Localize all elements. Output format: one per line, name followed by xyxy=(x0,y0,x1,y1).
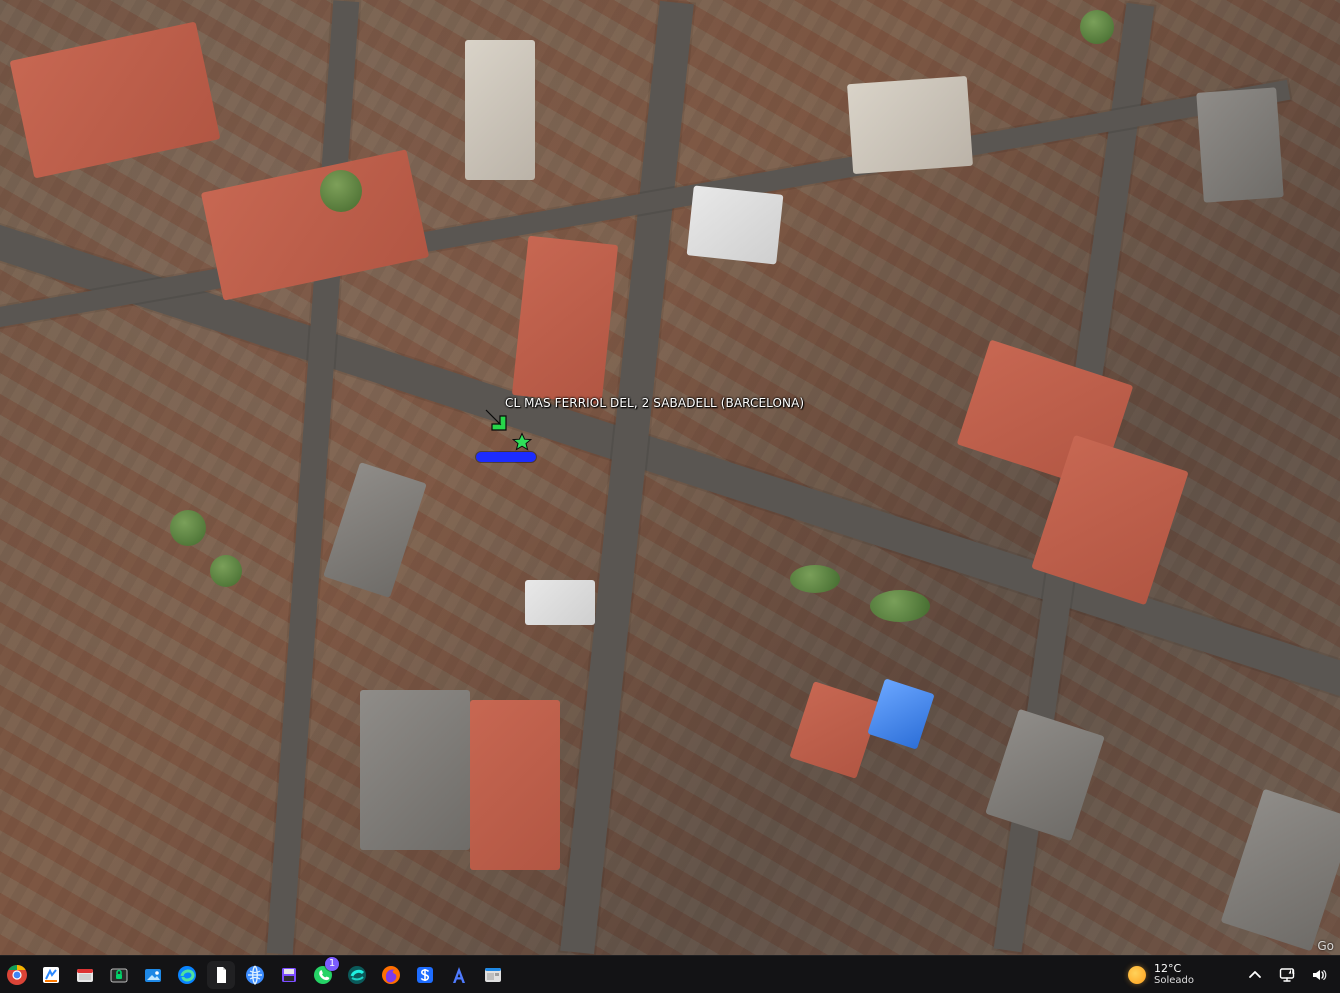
building-block xyxy=(525,580,595,625)
tree xyxy=(870,590,930,622)
window-app-icon xyxy=(485,967,501,982)
photos-icon[interactable] xyxy=(139,961,167,989)
whatsapp-badge: 1 xyxy=(325,956,339,971)
map-viewport[interactable]: CL MAS FERRIOL DEL, 2 SABADELL (BARCELON… xyxy=(0,0,1340,955)
dollar-app-icon xyxy=(417,966,433,983)
document-icon xyxy=(217,966,226,983)
building-block xyxy=(511,235,619,405)
whatsapp-icon[interactable]: 1 xyxy=(309,956,339,989)
building-block xyxy=(465,40,535,180)
building-block xyxy=(470,700,560,870)
weather-description: Soleado xyxy=(1154,974,1194,986)
building-block xyxy=(847,75,973,175)
save-disk-icon[interactable] xyxy=(275,961,303,989)
globe-icon xyxy=(246,965,264,985)
volume-button[interactable] xyxy=(1308,964,1330,986)
weather-text: 12°C Soleado xyxy=(1154,961,1194,987)
location-arrow-icon xyxy=(485,409,507,431)
taskbar: 1 12°C Soleado xyxy=(0,955,1340,993)
chrome-icon[interactable] xyxy=(3,961,31,989)
app-sparkle-icon[interactable] xyxy=(343,961,371,989)
chevron-up-icon xyxy=(1249,970,1261,978)
sun-icon xyxy=(1128,965,1146,984)
globe-icon[interactable] xyxy=(241,961,269,989)
tree xyxy=(1080,10,1114,44)
photos-icon xyxy=(145,968,161,982)
weather-widget[interactable]: 12°C Soleado xyxy=(1128,961,1194,987)
file-explorer-icon[interactable] xyxy=(71,961,99,989)
show-hidden-icons-button[interactable] xyxy=(1244,964,1266,986)
parcel-highlight-bar xyxy=(476,452,536,462)
firefox-icon[interactable] xyxy=(377,961,405,989)
lock-window-icon[interactable] xyxy=(105,961,133,989)
a-app-icon[interactable] xyxy=(445,961,473,989)
save-disk-icon xyxy=(282,967,296,982)
firefox-icon xyxy=(382,965,400,984)
whiteboard-icon xyxy=(43,966,59,983)
speaker-icon xyxy=(1313,969,1327,980)
dollar-app-icon[interactable] xyxy=(411,961,439,989)
building-block xyxy=(360,690,470,850)
app-sparkle-icon xyxy=(348,965,366,984)
location-label: CL MAS FERRIOL DEL, 2 SABADELL (BARCELON… xyxy=(505,396,805,410)
display-alert-button[interactable] xyxy=(1276,964,1298,986)
edge-icon[interactable] xyxy=(173,961,201,989)
tree xyxy=(210,555,242,587)
location-star-icon xyxy=(512,432,532,451)
tree xyxy=(170,510,206,546)
file-explorer-icon xyxy=(77,968,93,982)
edge-icon xyxy=(178,965,196,984)
tree xyxy=(320,170,362,212)
building-block xyxy=(686,185,784,265)
lock-window-icon xyxy=(110,968,128,982)
system-tray: 12°C Soleado xyxy=(1128,956,1340,993)
document-icon[interactable] xyxy=(207,960,235,989)
map-attribution: Go xyxy=(1317,939,1334,953)
building-block xyxy=(1196,87,1284,203)
system-icons xyxy=(1244,964,1330,986)
a-app-icon xyxy=(453,966,465,983)
chrome-icon xyxy=(7,964,27,985)
window-app-icon[interactable] xyxy=(479,961,507,989)
whiteboard-icon[interactable] xyxy=(37,961,65,989)
taskbar-apps: 1 xyxy=(0,956,507,993)
weather-temperature: 12°C xyxy=(1154,961,1182,975)
tree xyxy=(790,565,840,593)
display-warning-icon xyxy=(1279,967,1295,982)
